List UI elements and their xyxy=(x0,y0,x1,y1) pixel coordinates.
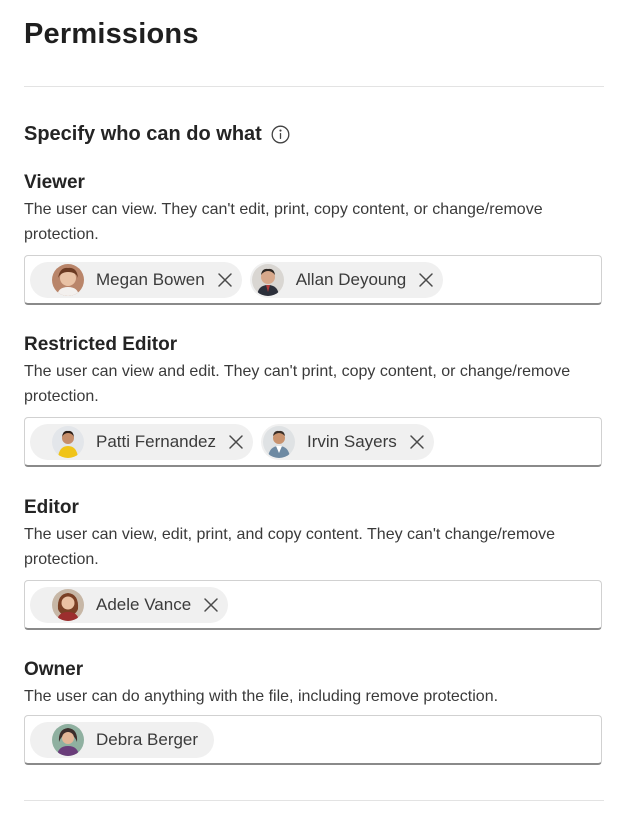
person-name: Debra Berger xyxy=(96,729,199,749)
close-icon[interactable] xyxy=(409,434,425,450)
top-divider xyxy=(24,86,604,87)
people-picker-viewer[interactable]: Megan Bowen Allan Deyoung xyxy=(24,255,602,305)
role-section-restricted-editor: Restricted Editor The user can view and … xyxy=(24,333,604,467)
person-name: Patti Fernandez xyxy=(96,431,217,451)
person-name: Allan Deyoung xyxy=(295,269,407,289)
close-icon[interactable] xyxy=(203,597,219,613)
bottom-divider xyxy=(24,800,604,801)
role-section-editor: Editor The user can view, edit, print, a… xyxy=(24,496,604,630)
people-picker-restricted-editor[interactable]: Patti Fernandez Irvin Sayers xyxy=(24,417,602,467)
role-description: The user can view, edit, print, and copy… xyxy=(24,526,556,568)
person-name: Irvin Sayers xyxy=(307,431,397,451)
permissions-panel: Permissions Specify who can do what View… xyxy=(0,0,620,813)
avatar-adele-vance xyxy=(52,588,84,621)
close-icon[interactable] xyxy=(418,272,434,288)
person-name: Adele Vance xyxy=(96,594,192,614)
role-title: Viewer xyxy=(24,172,85,193)
avatar-allan-deyoung xyxy=(251,263,284,296)
page-title: Permissions xyxy=(24,18,199,50)
person-chip[interactable]: Adele Vance xyxy=(30,586,229,623)
avatar-irvin-sayers xyxy=(263,425,296,458)
role-description: The user can do anything with the file, … xyxy=(24,688,499,705)
role-title: Editor xyxy=(24,497,79,518)
role-description: The user can view. They can't edit, prin… xyxy=(24,201,543,243)
person-chip[interactable]: Debra Berger xyxy=(30,721,215,758)
close-icon[interactable] xyxy=(217,272,233,288)
person-chip[interactable]: Irvin Sayers xyxy=(261,423,434,460)
avatar-debra-berger xyxy=(52,723,84,756)
avatar-patti-fernandez xyxy=(52,425,84,458)
role-section-viewer: Viewer The user can view. They can't edi… xyxy=(24,171,604,305)
close-icon[interactable] xyxy=(228,434,244,450)
people-picker-owner[interactable]: Debra Berger xyxy=(24,715,602,765)
person-chip[interactable]: Allan Deyoung xyxy=(249,261,444,298)
info-icon[interactable] xyxy=(271,125,290,144)
avatar-megan-bowen xyxy=(52,263,84,296)
role-section-owner: Owner The user can do anything with the … xyxy=(24,658,604,765)
person-chip[interactable]: Patti Fernandez xyxy=(30,423,254,460)
role-description: The user can view and edit. They can't p… xyxy=(24,363,571,405)
person-chip[interactable]: Megan Bowen xyxy=(30,261,242,298)
intro-heading-text: Specify who can do what xyxy=(24,123,262,145)
role-title: Restricted Editor xyxy=(24,334,178,355)
person-name: Megan Bowen xyxy=(96,269,205,289)
role-title: Owner xyxy=(24,659,84,680)
intro-heading: Specify who can do what xyxy=(24,123,290,146)
people-picker-editor[interactable]: Adele Vance xyxy=(24,580,602,630)
